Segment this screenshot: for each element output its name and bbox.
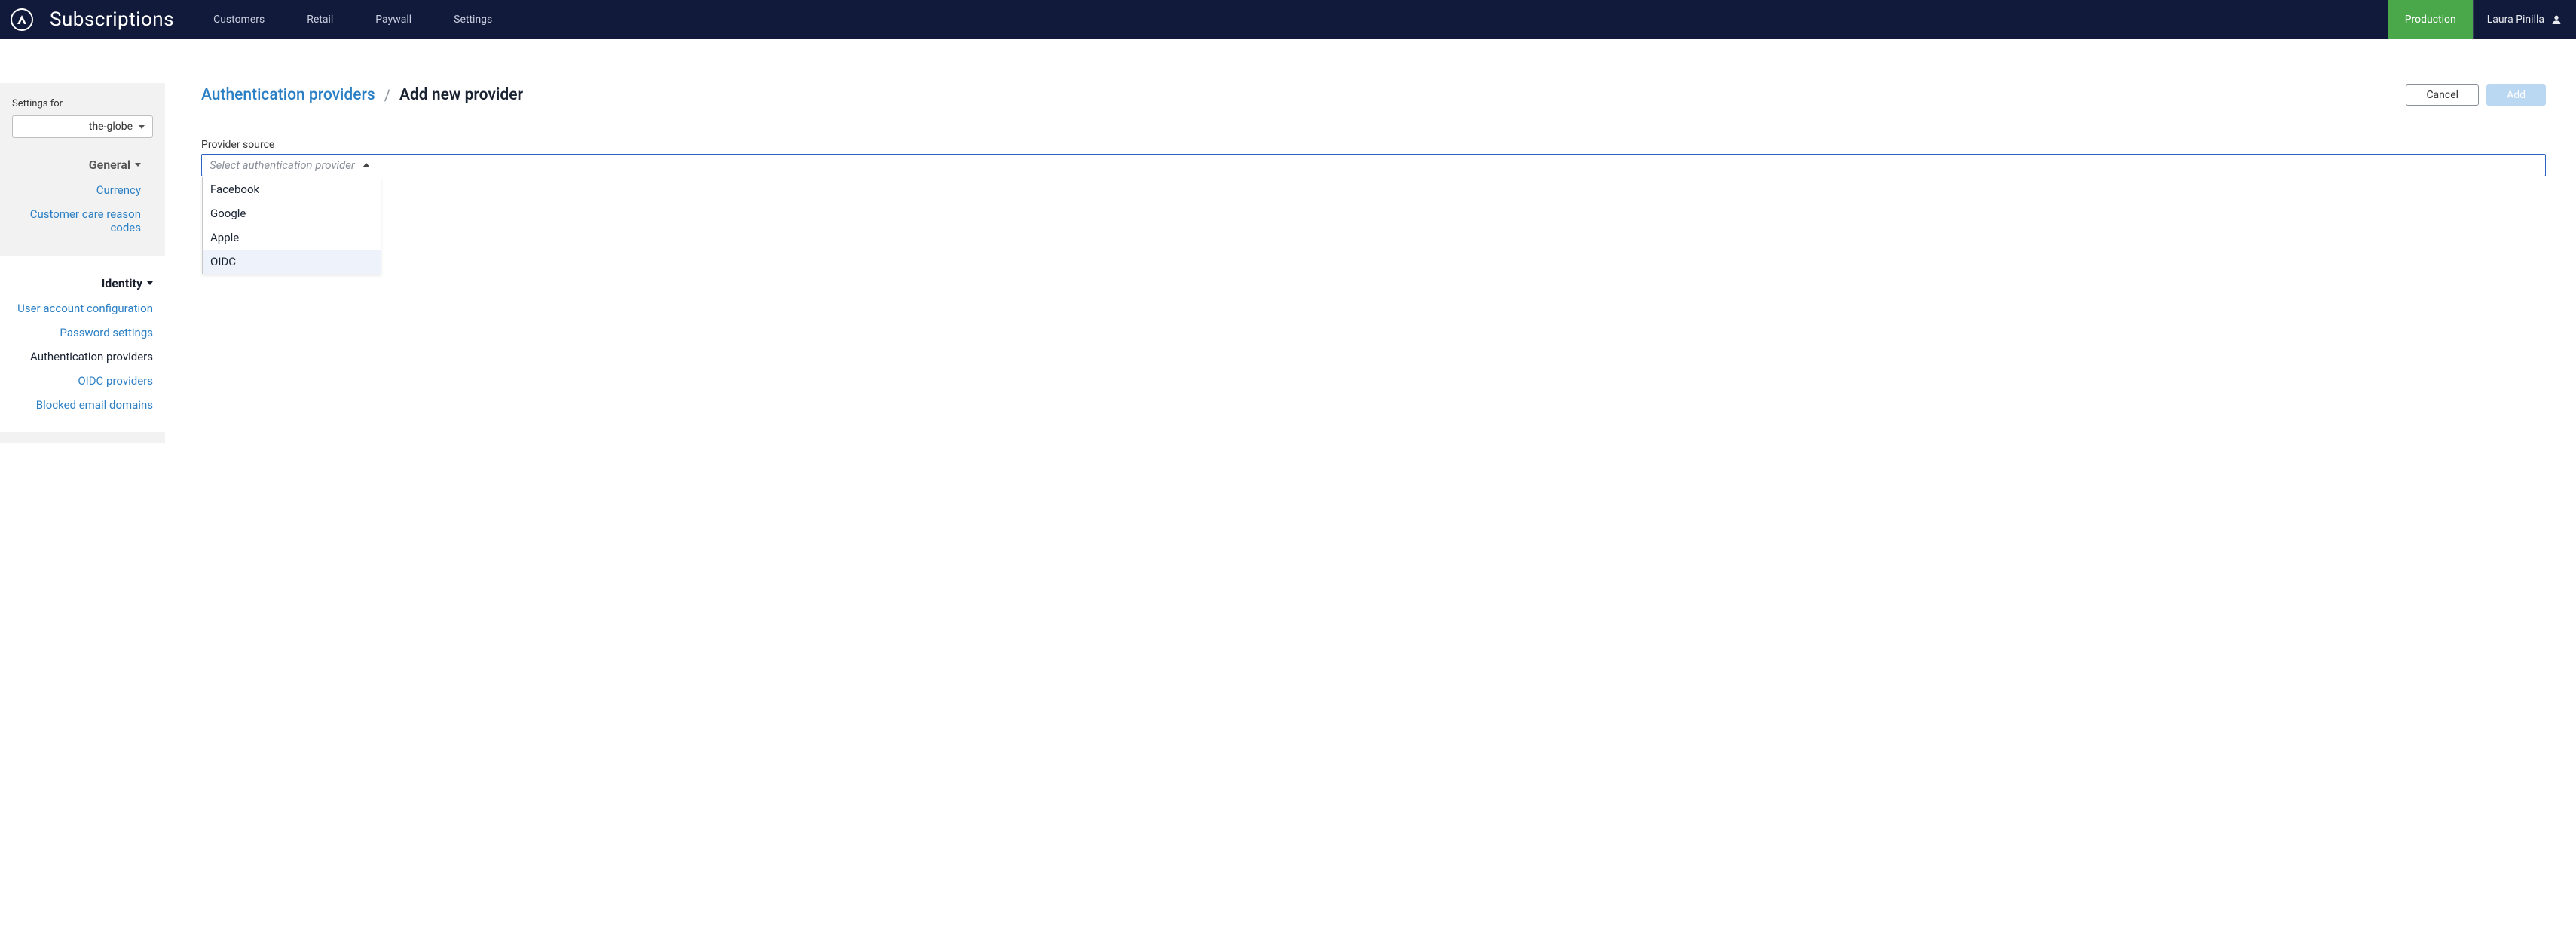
site-select-value: the-globe	[89, 121, 133, 133]
caret-down-icon	[139, 125, 145, 129]
brand-title: Subscriptions	[44, 8, 192, 31]
nav-settings[interactable]: Settings	[433, 0, 513, 39]
sidebar-group-identity-label: Identity	[102, 276, 142, 290]
nav-paywall[interactable]: Paywall	[354, 0, 433, 39]
breadcrumb-separator: /	[384, 86, 390, 104]
sidebar-item-user-account-configuration[interactable]: User account configuration	[0, 296, 165, 320]
provider-source-placeholder: Select authentication provider	[210, 158, 355, 172]
nav-retail[interactable]: Retail	[286, 0, 354, 39]
sidebar-group-identity[interactable]: Identity	[0, 256, 165, 296]
sidebar: Settings for the-globe General Currency …	[0, 39, 165, 443]
chevron-up-icon	[363, 163, 370, 167]
settings-for-label: Settings for	[12, 98, 153, 109]
sidebar-item-password-settings[interactable]: Password settings	[0, 320, 165, 345]
environment-badge[interactable]: Production	[2388, 0, 2473, 39]
logo-wrap	[0, 0, 44, 39]
nav-items: Customers Retail Paywall Settings	[192, 0, 513, 39]
dropdown-option-facebook[interactable]: Facebook	[203, 177, 381, 201]
breadcrumb-auth-providers[interactable]: Authentication providers	[201, 86, 375, 104]
provider-source-dropdown: Facebook Google Apple OIDC	[202, 177, 381, 274]
logo-icon[interactable]	[11, 8, 33, 31]
dropdown-option-oidc[interactable]: OIDC	[203, 250, 381, 274]
dropdown-option-google[interactable]: Google	[203, 201, 381, 225]
provider-source-select[interactable]: Select authentication provider Facebook …	[201, 154, 2546, 176]
user-menu[interactable]: Laura Pinilla	[2473, 0, 2576, 39]
breadcrumb-current: Add new provider	[399, 86, 523, 104]
sidebar-item-customer-care-reason-codes[interactable]: Customer care reason codes	[12, 202, 153, 240]
breadcrumb: Authentication providers / Add new provi…	[201, 86, 523, 104]
nav-customers[interactable]: Customers	[192, 0, 286, 39]
top-nav: Subscriptions Customers Retail Paywall S…	[0, 0, 2576, 39]
provider-source-label: Provider source	[201, 139, 2546, 151]
main-content: Authentication providers / Add new provi…	[165, 39, 2576, 443]
sidebar-group-general-label: General	[89, 158, 130, 172]
sidebar-item-currency[interactable]: Currency	[12, 178, 153, 202]
user-name: Laura Pinilla	[2487, 14, 2544, 26]
provider-source-field: Provider source Select authentication pr…	[201, 139, 2546, 176]
page-header: Authentication providers / Add new provi…	[201, 54, 2546, 106]
provider-source-select-inner: Select authentication provider	[210, 155, 378, 176]
cancel-button[interactable]: Cancel	[2406, 84, 2479, 106]
user-icon	[2550, 14, 2562, 26]
add-button[interactable]: Add	[2486, 84, 2546, 106]
site-select[interactable]: the-globe	[12, 115, 153, 138]
sidebar-group-general[interactable]: General	[12, 138, 153, 178]
header-actions: Cancel Add	[2406, 84, 2546, 106]
sidebar-item-authentication-providers[interactable]: Authentication providers	[0, 345, 165, 369]
sidebar-item-oidc-providers[interactable]: OIDC providers	[0, 369, 165, 393]
dropdown-option-apple[interactable]: Apple	[203, 225, 381, 250]
caret-down-icon	[147, 281, 153, 285]
sidebar-tail	[0, 432, 165, 443]
sidebar-item-blocked-email-domains[interactable]: Blocked email domains	[0, 393, 165, 417]
sidebar-settings-for: Settings for the-globe General Currency …	[0, 83, 165, 256]
caret-down-icon	[135, 163, 141, 167]
sidebar-group-identity-wrap: Identity User account configuration Pass…	[0, 256, 165, 417]
